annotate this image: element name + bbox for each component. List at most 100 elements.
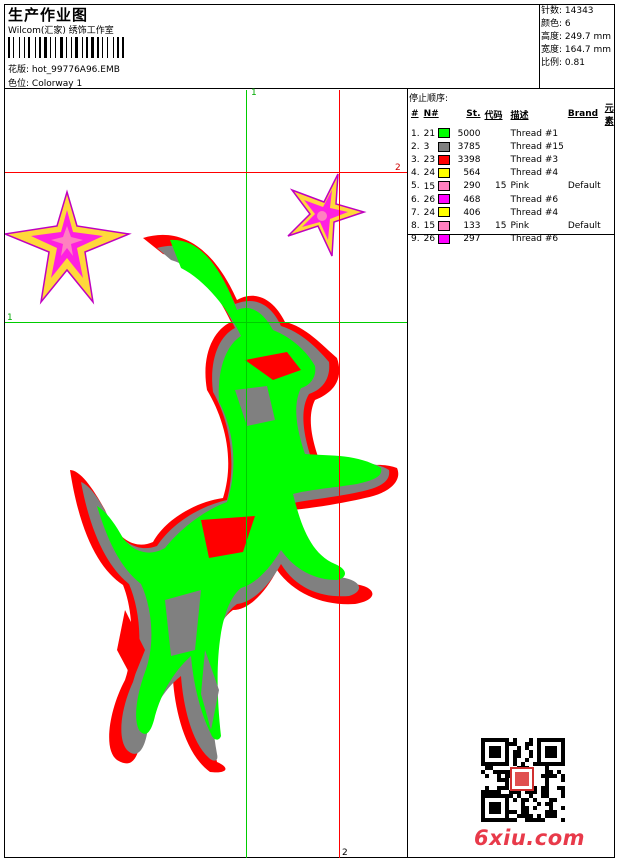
color-swatch <box>437 181 450 192</box>
row-index: 8. <box>411 220 420 231</box>
sequence-row: 9. 26 297 Thread #6 <box>409 233 620 246</box>
stats-divider <box>539 4 540 88</box>
row-index: 4. <box>411 168 420 179</box>
row-brand <box>566 233 603 246</box>
row-brand <box>566 193 603 206</box>
green-vertical-guide <box>246 90 247 858</box>
needle-number: 3 <box>423 142 430 153</box>
row-code <box>483 167 509 180</box>
sequence-row: 8. 15 133 15 Pink Default <box>409 219 620 232</box>
green-horizontal-guide <box>5 322 407 323</box>
row-brand <box>566 127 603 140</box>
row-code <box>483 140 509 153</box>
row-brand <box>566 153 603 166</box>
barcode <box>8 37 150 58</box>
sequence-row: 5. 15 290 15 Pink Default <box>409 180 620 193</box>
colorway-label: 色位: <box>8 79 30 89</box>
row-needle: 26 <box>422 193 456 206</box>
row-stitches: 468 <box>463 194 481 205</box>
row-stitches: 133 <box>463 220 481 231</box>
pattern-file: hot_99776A96.EMB <box>31 65 120 75</box>
sequence-row: 3. 23 3398 Thread #3 <box>409 153 620 166</box>
row-needle: 23 <box>422 153 456 166</box>
red-vertical-label: 2 <box>342 848 348 858</box>
row-description: Thread #1 <box>510 128 559 139</box>
needle-number: 24 <box>423 168 436 179</box>
row-code: 15 <box>495 181 507 192</box>
row-element <box>603 140 620 153</box>
row-stitches: 3398 <box>457 154 481 165</box>
stat-height: 高度: 249.7 mm <box>541 32 612 42</box>
row-index: 5. <box>411 181 420 192</box>
row-description: Thread #6 <box>510 194 559 205</box>
row-index: 3. <box>411 154 420 165</box>
row-description: Thread #15 <box>510 141 564 152</box>
row-brand <box>566 140 603 153</box>
row-brand <box>566 167 603 180</box>
needle-number: 21 <box>423 128 436 139</box>
row-code <box>483 127 509 140</box>
col-element: 元素 <box>604 104 614 127</box>
row-element <box>603 219 620 232</box>
stat-stitches: 针数: 14343 <box>541 6 594 16</box>
green-vertical-label: 1 <box>251 88 257 98</box>
row-index: 2. <box>411 141 420 152</box>
color-swatch <box>437 154 450 165</box>
row-needle: 21 <box>422 127 456 140</box>
color-swatch <box>437 167 450 178</box>
row-code <box>483 233 509 246</box>
green-horizontal-label: 1 <box>7 313 13 323</box>
sequence-row: 7. 24 406 Thread #4 <box>409 206 620 219</box>
row-code <box>483 153 509 166</box>
red-horizontal-label: 2 <box>395 163 401 173</box>
color-swatch <box>437 128 450 139</box>
row-element <box>603 153 620 166</box>
row-stitches: 297 <box>463 234 481 245</box>
row-stitches: 290 <box>463 181 481 192</box>
row-brand: Default <box>567 220 601 231</box>
color-swatch <box>437 194 450 205</box>
row-brand <box>566 206 603 219</box>
row-needle: 24 <box>422 206 456 219</box>
star-right-motif <box>287 173 367 257</box>
row-needle: 15 <box>422 219 456 232</box>
red-horizontal-guide <box>5 172 407 173</box>
col-desc: 描述 <box>510 110 529 121</box>
studio-name: Wilcom(汇家) 绣饰工作室 <box>8 26 114 36</box>
page-title: 生产作业图 <box>8 6 89 24</box>
row-element <box>603 167 620 180</box>
row-stitches: 406 <box>463 207 481 218</box>
row-element <box>603 206 620 219</box>
site-watermark: 6xiu.com <box>474 826 586 850</box>
row-element <box>603 193 620 206</box>
star-left-motif <box>5 189 132 305</box>
row-index: 7. <box>411 207 420 218</box>
row-code: 15 <box>495 220 507 231</box>
row-stitches: 564 <box>463 168 481 179</box>
needle-number: 26 <box>423 234 436 245</box>
color-swatch <box>437 141 450 152</box>
row-element <box>603 180 620 193</box>
row-description: Pink <box>510 181 530 192</box>
stat-width: 宽度: 164.7 mm <box>541 45 612 55</box>
col-st: St. <box>466 109 481 119</box>
stat-scale: 比例: 0.81 <box>541 58 585 68</box>
col-num: # <box>411 109 419 119</box>
sequence-row: 2. 3 3785 Thread #15 <box>409 140 620 153</box>
color-swatch <box>437 207 450 218</box>
color-swatch <box>437 220 450 231</box>
qr-code <box>481 738 565 822</box>
row-element <box>603 233 620 246</box>
stat-colors: 颜色: 6 <box>541 19 571 29</box>
col-code: 代码 <box>484 110 503 121</box>
pattern-label: 花版: <box>8 65 30 75</box>
needle-number: 26 <box>423 194 436 205</box>
row-index: 6. <box>411 194 420 205</box>
color-swatch <box>437 233 450 244</box>
row-needle: 3 <box>422 140 456 153</box>
panel-divider <box>407 88 408 858</box>
row-code <box>483 206 509 219</box>
row-description: Thread #4 <box>510 168 559 179</box>
row-needle: 24 <box>422 167 456 180</box>
sequence-row: 1. 21 5000 Thread #1 <box>409 127 620 140</box>
